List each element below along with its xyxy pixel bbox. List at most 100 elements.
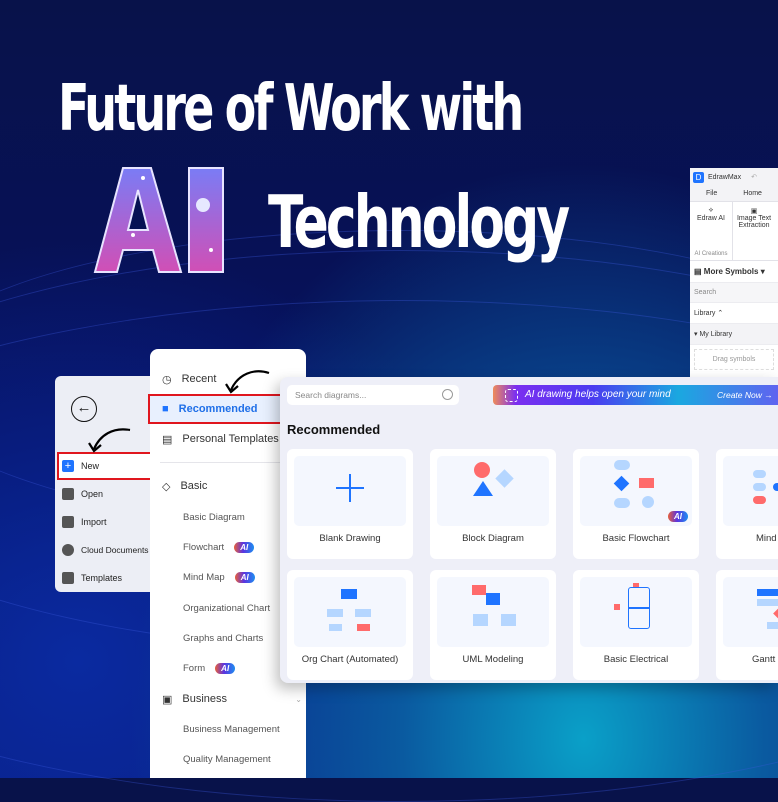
org-node-icon	[355, 609, 371, 617]
drag-symbols-area[interactable]: Drag symbols	[694, 349, 774, 370]
ai-badge: AI	[215, 662, 236, 674]
subcategory-label: Basic Diagram	[183, 511, 245, 523]
template-card-basic-electrical[interactable]: Basic Electrical	[573, 570, 699, 680]
bookmark-star-icon: ■	[162, 403, 169, 415]
template-card-uml-modeling[interactable]: UML Modeling	[430, 570, 556, 680]
gantt-bar-icon	[757, 599, 778, 606]
back-arrow-icon[interactable]: ←	[71, 396, 97, 422]
template-card-basic-flowchart[interactable]: AI Basic Flowchart	[573, 449, 699, 559]
org-node-icon	[357, 624, 370, 631]
search-icon[interactable]	[442, 389, 453, 400]
category-business[interactable]: ▣ Business ⌄	[150, 686, 306, 712]
ai-drawing-banner[interactable]: AI drawing helps open your mind Create N…	[493, 385, 778, 405]
file-menu-import[interactable]: Import	[59, 510, 150, 534]
template-card-label: Basic Flowchart	[602, 533, 670, 544]
ai-badge: AI	[668, 511, 688, 522]
template-thumbnail	[723, 577, 778, 647]
template-card-label: UML Modeling	[462, 654, 524, 665]
edraw-ai-button[interactable]: ⟡ Edraw AI AI Creations	[690, 202, 733, 260]
template-thumbnail	[437, 577, 549, 647]
template-card-label: Block Diagram	[462, 533, 524, 544]
circuit-wire-icon	[628, 607, 650, 609]
template-card-gantt-chart[interactable]: Gantt C	[716, 570, 778, 680]
ai-logo	[93, 167, 224, 273]
file-menu-open[interactable]: Open	[59, 482, 150, 506]
menu-file[interactable]: File	[706, 190, 717, 197]
template-card-mind-map[interactable]: Mind	[716, 449, 778, 559]
ai-sparkle-icon	[505, 389, 518, 402]
subcategory-label: Business Management	[183, 723, 280, 735]
file-menu-cloud-documents[interactable]: Cloud Documents	[59, 538, 150, 562]
my-library-label: My Library	[699, 331, 733, 338]
library-label: Library	[694, 310, 716, 317]
file-menu-import-label: Import	[81, 517, 107, 527]
more-symbols-label: More Symbols	[703, 267, 759, 276]
menu-bar: File Home	[690, 186, 778, 202]
template-thumbnail	[294, 456, 406, 526]
import-icon	[62, 516, 74, 528]
ocr-icon: ▣	[750, 208, 758, 215]
edrawmax-window: D EdrawMax ↶ File Home ⟡ Edraw AI AI Cre…	[690, 168, 778, 378]
folder-icon	[62, 488, 74, 500]
title-bar: D EdrawMax ↶	[690, 168, 778, 186]
category-personal-templates-label: Personal Templates	[182, 433, 279, 445]
create-now-link[interactable]: Create Now →	[717, 385, 773, 405]
ribbon-group-label: AI Creations	[694, 251, 728, 257]
menu-home[interactable]: Home	[743, 190, 762, 197]
subcategory-label: Organizational Chart	[183, 602, 271, 614]
template-thumbnail	[580, 577, 692, 647]
section-title: Recommended	[287, 422, 381, 437]
template-card-label: Org Chart (Automated)	[301, 654, 399, 665]
template-card-label: Blank Drawing	[319, 533, 381, 544]
annotation-arrow-icon	[225, 370, 270, 394]
template-card-block-diagram[interactable]: Block Diagram	[430, 449, 556, 559]
template-card-label: Basic Electrical	[603, 654, 669, 665]
plus-icon	[336, 487, 364, 489]
file-menu-new[interactable]: + New	[57, 452, 152, 480]
file-menu-templates[interactable]: Templates	[59, 566, 150, 590]
image-text-extraction-button[interactable]: ▣ Image Text Extraction	[733, 202, 775, 260]
org-node-icon	[329, 624, 342, 631]
ai-badge: AI	[234, 541, 255, 553]
banner-text: AI drawing helps open your mind	[525, 389, 671, 400]
gantt-milestone-icon	[773, 607, 778, 620]
template-card-blank-drawing[interactable]: Blank Drawing	[287, 449, 413, 559]
gantt-bar-icon	[757, 589, 778, 596]
diamond-shape-icon	[495, 469, 514, 488]
category-recommended-label: Recommended	[178, 403, 258, 415]
my-library-row[interactable]: ▾ My Library	[690, 324, 778, 345]
template-card-label: Mind	[756, 533, 777, 544]
triangle-shape-icon	[473, 481, 493, 496]
image-text-extraction-label: Image Text Extraction	[736, 215, 772, 229]
more-symbols-button[interactable]: ▤ More Symbols ▾	[690, 261, 778, 283]
templates-icon	[62, 572, 74, 584]
subcategory-business-management[interactable]: Business Management	[150, 716, 306, 742]
mind-node-icon	[753, 470, 766, 478]
uml-package-icon	[472, 585, 486, 595]
subcategory-label: Mind Map	[183, 571, 225, 583]
template-thumbnail	[723, 456, 778, 526]
file-menu-open-label: Open	[81, 489, 104, 499]
file-menu-cloud-label: Cloud Documents	[81, 545, 149, 555]
template-card-org-chart[interactable]: Org Chart (Automated)	[287, 570, 413, 680]
template-gallery: Search diagrams... AI drawing helps open…	[280, 377, 778, 683]
app-name: EdrawMax	[708, 173, 742, 181]
subcategory-label: Quality Management	[183, 753, 271, 765]
mind-node-icon	[753, 483, 766, 491]
ribbon: ⟡ Edraw AI AI Creations ▣ Image Text Ext…	[690, 202, 778, 261]
flow-node-icon	[642, 496, 654, 508]
mind-node-icon	[773, 483, 778, 491]
uml-class-icon	[473, 614, 488, 626]
library-header[interactable]: Library ⌃	[690, 303, 778, 324]
tag-icon: ◇	[162, 480, 171, 493]
symbol-search-input[interactable]: Search	[690, 283, 778, 303]
clock-icon: ◷	[162, 373, 172, 386]
printer-icon: ▤	[694, 267, 702, 276]
chevron-down-icon[interactable]: ⌄	[295, 695, 302, 704]
search-diagrams-input[interactable]: Search diagrams...	[287, 385, 459, 405]
subcategory-quality-management[interactable]: Quality Management	[150, 746, 306, 772]
circle-shape-icon	[474, 462, 490, 478]
gantt-bar-icon	[767, 622, 778, 629]
search-placeholder: Search diagrams...	[295, 390, 367, 400]
undo-icon[interactable]: ↶	[751, 173, 757, 181]
